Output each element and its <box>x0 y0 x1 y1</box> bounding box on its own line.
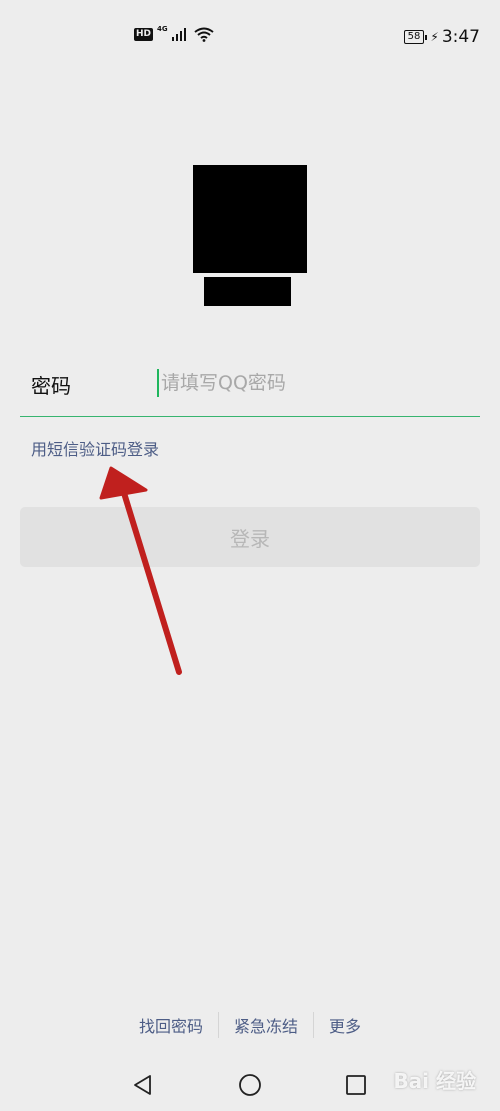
network-type-label: 4G <box>157 24 168 33</box>
status-bar: HD 4G 58 ⚡ 3:47 <box>0 0 500 70</box>
battery-icon: 58 <box>403 30 428 44</box>
password-underline <box>20 416 480 417</box>
wifi-icon <box>194 27 214 42</box>
more-link[interactable]: 更多 <box>329 1013 361 1037</box>
status-bar-left: HD 4G <box>134 24 214 42</box>
password-label: 密码 <box>31 374 71 398</box>
charging-icon: ⚡ <box>430 30 439 44</box>
forgot-password-link[interactable]: 找回密码 <box>139 1013 203 1037</box>
signal-icon <box>171 28 186 41</box>
recent-apps-button[interactable] <box>341 1070 371 1100</box>
hd-badge: HD <box>134 28 154 41</box>
account-name-redacted <box>204 277 291 306</box>
avatar <box>193 165 307 273</box>
password-input[interactable] <box>161 366 471 400</box>
back-button[interactable] <box>128 1070 158 1100</box>
watermark: Bai 经验 <box>393 1069 476 1093</box>
footer-links: 找回密码 紧急冻结 更多 <box>0 1012 500 1038</box>
emergency-freeze-link[interactable]: 紧急冻结 <box>234 1013 298 1037</box>
login-button[interactable]: 登录 <box>20 507 480 567</box>
footer-divider <box>313 1012 314 1038</box>
text-caret <box>157 369 159 397</box>
clock-time: 3:47 <box>441 27 480 47</box>
sms-login-link[interactable]: 用短信验证码登录 <box>31 436 159 460</box>
footer-divider <box>217 1012 219 1038</box>
home-circle-icon <box>239 1074 261 1096</box>
status-bar-right: 58 ⚡ 3:47 <box>403 27 480 47</box>
back-triangle-icon <box>134 1075 151 1095</box>
home-button[interactable] <box>235 1070 265 1100</box>
recent-square-icon <box>346 1075 366 1095</box>
